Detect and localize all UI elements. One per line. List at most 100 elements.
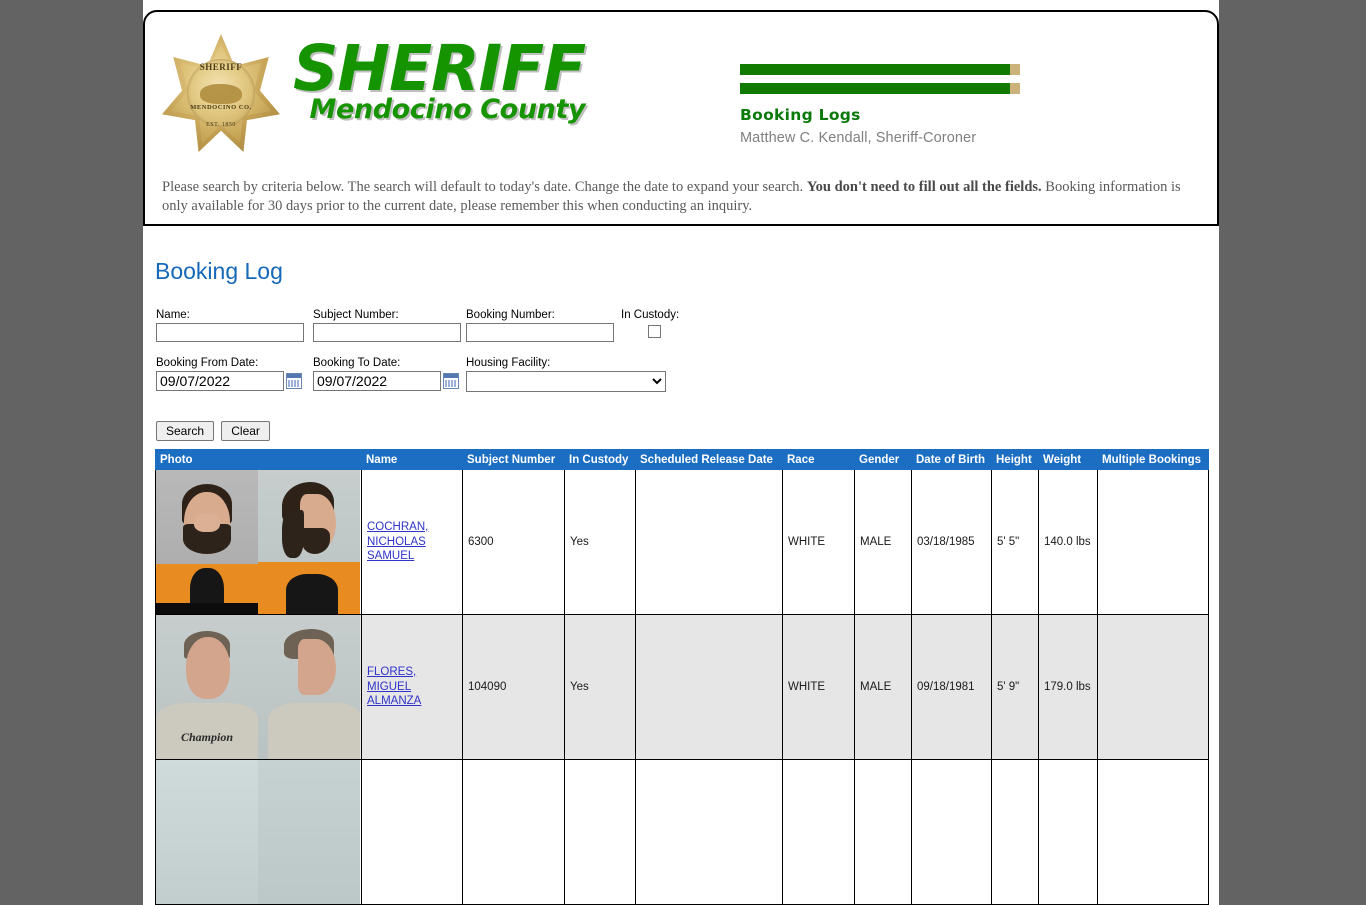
date-of-birth-cell (911, 759, 992, 905)
height-cell: 5' 5" (991, 469, 1039, 615)
badge-text-sheriff: SHERIFF (199, 62, 243, 72)
masthead-titles: Booking Logs Matthew C. Kendall, Sheriff… (740, 106, 976, 146)
multiple-bookings-cell (1097, 759, 1209, 905)
weight-cell (1038, 759, 1098, 905)
column-header-name[interactable]: Name (361, 449, 463, 470)
page-title: Booking Log (155, 258, 283, 284)
multiple-bookings-cell (1097, 614, 1209, 760)
search-form: Name: Subject Number: Booking Number: In… (155, 309, 1219, 441)
in-custody-cell: Yes (564, 614, 636, 760)
instructions-emphasis: You don't need to fill out all the field… (806, 179, 1042, 195)
multiple-bookings-cell (1097, 469, 1209, 615)
column-header-in-custody[interactable]: In Custody (564, 449, 636, 470)
name-label: Name: (156, 309, 190, 321)
in-custody-cell: Yes (564, 469, 636, 615)
search-input-booking-from-date[interactable] (156, 371, 284, 391)
weight-cell: 179.0 lbs (1038, 614, 1098, 760)
scheduled-release-cell (635, 469, 783, 615)
mugshot-profile-icon (258, 615, 360, 759)
calendar-icon-to[interactable] (443, 373, 459, 389)
subject-number-cell: 6300 (462, 469, 565, 615)
race-cell (782, 759, 855, 905)
column-header-weight[interactable]: Weight (1038, 449, 1098, 470)
height-cell: 5' 9" (991, 614, 1039, 760)
name-cell: FLORES, MIGUEL ALMANZA (361, 614, 463, 760)
table-row (155, 759, 1209, 905)
mugshot-front-icon (156, 760, 258, 904)
column-header-subject-number[interactable]: Subject Number (462, 449, 565, 470)
clear-button[interactable]: Clear (221, 421, 270, 441)
shirt-logo-text: Champion (180, 730, 234, 744)
search-button[interactable]: Search (156, 421, 215, 441)
green-bar-bottom (740, 83, 1020, 94)
page-container: SHERIFF MENDOCINO CO. EST. 1850 SHERIFF … (143, 0, 1219, 905)
date-of-birth-cell: 03/18/1985 (911, 469, 992, 615)
mugshot-front-icon (156, 470, 258, 614)
official-name: Matthew C. Kendall, Sheriff-Coroner (740, 130, 977, 146)
mugshot-profile-icon (258, 760, 360, 904)
search-input-booking-to-date[interactable] (313, 371, 441, 391)
instructions-text: Please search by criteria below. The sea… (162, 178, 1194, 217)
scheduled-release-cell (635, 614, 783, 760)
logo-row: SHERIFF MENDOCINO CO. EST. 1850 SHERIFF … (145, 12, 1217, 162)
in-custody-label: In Custody: (621, 309, 680, 321)
column-header-multiple-bookings[interactable]: Multiple Bookings (1097, 449, 1209, 470)
column-header-race[interactable]: Race (782, 449, 855, 470)
mugshot-pair (156, 470, 361, 614)
mugshot-front-icon: Champion (156, 615, 258, 759)
name-cell: COCHRAN, NICHOLAS SAMUEL (361, 469, 463, 615)
booking-results-table: Photo Name Subject Number In Custody Sch… (155, 449, 1209, 905)
field-booking-to-date: Booking To Date: (313, 357, 459, 391)
column-header-scheduled-release[interactable]: Scheduled Release Date (635, 449, 783, 470)
field-booking-number: Booking Number: (466, 309, 614, 342)
subject-number-cell: 104090 (462, 614, 565, 760)
instructions-part1: Please search by criteria below. The sea… (162, 179, 807, 195)
field-housing-facility: Housing Facility: (466, 357, 666, 392)
booking-detail-link[interactable]: COCHRAN, NICHOLAS SAMUEL (367, 521, 428, 563)
section-title: Booking Logs (740, 106, 861, 124)
site-masthead: SHERIFF MENDOCINO CO. EST. 1850 SHERIFF … (143, 10, 1219, 226)
column-header-photo[interactable]: Photo (155, 449, 362, 470)
height-cell (991, 759, 1039, 905)
calendar-icon-from[interactable] (286, 373, 302, 389)
sheriff-wordmark: SHERIFF Mendocino County (293, 32, 586, 125)
field-subject-number: Subject Number: (313, 309, 461, 342)
table-row: Champion FLORES, MIGUEL ALMANZA 104090 Y… (155, 614, 1209, 760)
date-of-birth-cell: 09/18/1981 (911, 614, 992, 760)
search-checkbox-in-custody[interactable] (648, 325, 661, 338)
column-header-gender[interactable]: Gender (854, 449, 912, 470)
column-header-date-of-birth[interactable]: Date of Birth (911, 449, 992, 470)
green-bar-top (740, 64, 1020, 75)
field-name: Name: (156, 309, 304, 342)
search-input-subject-number[interactable] (313, 323, 461, 342)
field-booking-from-date: Booking From Date: (156, 357, 302, 391)
subject-number-label: Subject Number: (313, 309, 399, 321)
form-buttons: Search Clear (156, 421, 274, 441)
table-row: COCHRAN, NICHOLAS SAMUEL 6300 Yes WHITE … (155, 469, 1209, 615)
mugshot-cell[interactable] (155, 469, 362, 615)
housing-facility-label: Housing Facility: (466, 357, 551, 369)
booking-to-date-label: Booking To Date: (313, 357, 401, 369)
mugshot-pair (156, 760, 361, 904)
mugshot-cell[interactable] (155, 759, 362, 905)
race-cell: WHITE (782, 614, 855, 760)
search-input-booking-number[interactable] (466, 323, 614, 342)
sheriff-star-badge-icon: SHERIFF MENDOCINO CO. EST. 1850 (162, 34, 280, 158)
subject-number-cell (462, 759, 565, 905)
booking-number-label: Booking Number: (466, 309, 555, 321)
main-content: Booking Log Name: Subject Number: Bookin… (143, 258, 1219, 905)
booking-detail-link[interactable]: FLORES, MIGUEL ALMANZA (367, 666, 421, 708)
badge-text-county: MENDOCINO CO. (190, 104, 252, 111)
in-custody-cell (564, 759, 636, 905)
search-select-housing-facility[interactable] (466, 371, 666, 392)
search-input-name[interactable] (156, 323, 304, 342)
column-header-height[interactable]: Height (991, 449, 1039, 470)
mugshot-cell[interactable]: Champion (155, 614, 362, 760)
badge-text-established: EST. 1850 (206, 122, 236, 128)
field-in-custody: In Custody: (621, 309, 679, 338)
table-header-row: Photo Name Subject Number In Custody Sch… (155, 449, 1209, 470)
wordmark-sub: Mendocino County (309, 93, 586, 125)
wordmark-main: SHERIFF (293, 32, 586, 105)
gender-cell (854, 759, 912, 905)
race-cell: WHITE (782, 469, 855, 615)
